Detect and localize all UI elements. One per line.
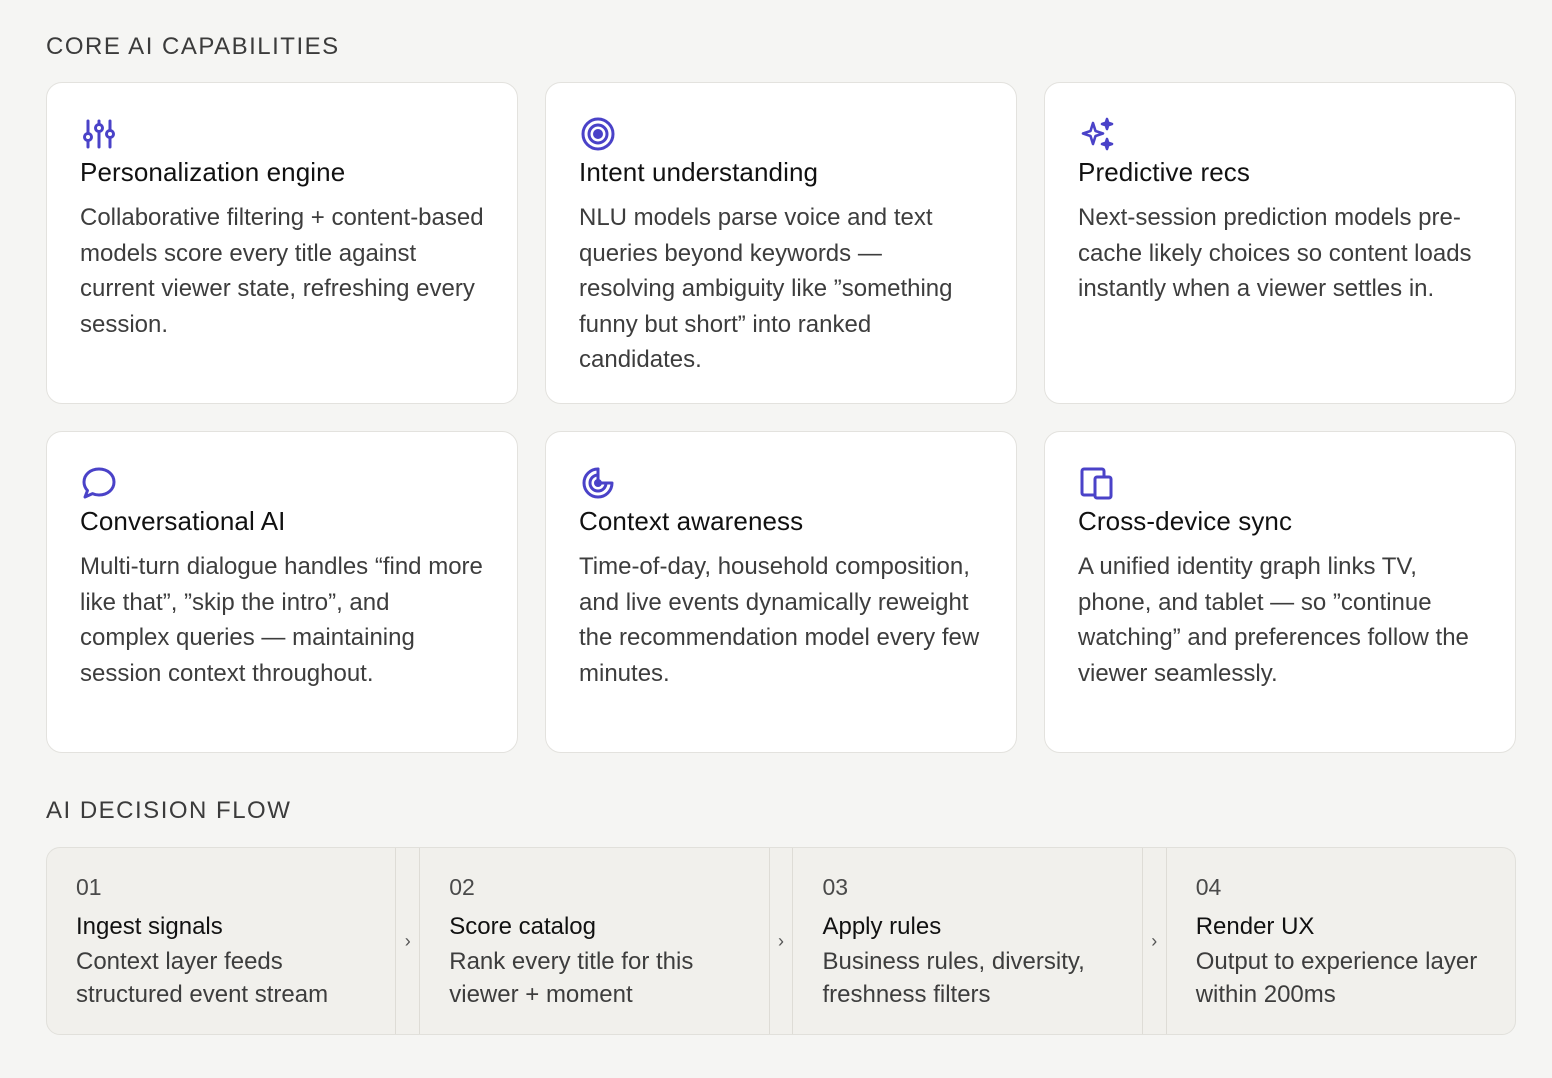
sliders-icon xyxy=(80,115,118,153)
card-title: Intent understanding xyxy=(579,157,819,187)
chevron-right-icon: › xyxy=(395,848,421,1034)
card-description: Next-session prediction models pre-cache… xyxy=(1078,204,1472,302)
card-title: Context awareness xyxy=(579,506,804,536)
step-description: Rank every title for this viewer + momen… xyxy=(449,948,694,1008)
step-number: 03 xyxy=(822,874,849,900)
card-title: Conversational AI xyxy=(80,506,286,536)
card-description: Collaborative filtering + content-based … xyxy=(80,204,484,338)
capabilities-grid: Personalization engine Collaborative fil… xyxy=(46,82,1516,753)
page: CORE AI CAPABILITIES Personalization eng… xyxy=(0,0,1552,1078)
step-description: Business rules, diversity, freshness fil… xyxy=(822,948,1085,1008)
capability-card-cross-device: Cross-device sync A unified identity gra… xyxy=(1044,431,1516,753)
flow-step-rules: 03 Apply rules Business rules, diversity… xyxy=(793,848,1141,1034)
step-number: 02 xyxy=(449,874,475,900)
flow-step-ingest: 01 Ingest signals Context layer feeds st… xyxy=(47,848,395,1034)
card-description: Multi-turn dialogue handles “find more l… xyxy=(80,553,483,687)
capability-card-predictive: Predictive recs Next-session prediction … xyxy=(1044,82,1516,404)
card-description: Time-of-day, household composition, and … xyxy=(579,553,980,687)
decision-flow: 01 Ingest signals Context layer feeds st… xyxy=(46,847,1516,1035)
card-description: NLU models parse voice and text queries … xyxy=(579,204,953,373)
sparkles-icon xyxy=(1078,115,1116,153)
flow-heading: AI DECISION FLOW xyxy=(46,797,292,824)
capabilities-heading: CORE AI CAPABILITIES xyxy=(46,33,340,60)
target-icon xyxy=(579,115,617,153)
chevron-right-icon: › xyxy=(1141,848,1167,1034)
card-title: Personalization engine xyxy=(80,157,346,187)
capability-card-conversational: Conversational AI Multi-turn dialogue ha… xyxy=(46,431,518,753)
capability-card-context: Context awareness Time-of-day, household… xyxy=(545,431,1017,753)
capability-card-personalization: Personalization engine Collaborative fil… xyxy=(46,82,518,404)
radar-icon xyxy=(579,464,617,502)
card-description: A unified identity graph links TV, phone… xyxy=(1078,553,1469,687)
flow-step-score: 02 Score catalog Rank every title for th… xyxy=(420,848,768,1034)
chat-bubble-icon xyxy=(80,464,118,502)
chevron-right-icon: › xyxy=(768,848,794,1034)
step-description: Context layer feeds structured event str… xyxy=(76,948,329,1008)
devices-icon xyxy=(1078,464,1116,502)
step-title: Score catalog xyxy=(449,913,596,940)
step-description: Output to experience layer within 200ms xyxy=(1195,948,1478,1008)
step-title: Render UX xyxy=(1195,913,1315,940)
step-number: 04 xyxy=(1195,874,1222,900)
flow-step-render: 04 Render UX Output to experience layer … xyxy=(1167,848,1515,1034)
card-title: Cross-device sync xyxy=(1078,506,1293,536)
step-number: 01 xyxy=(76,874,102,900)
card-title: Predictive recs xyxy=(1078,157,1250,187)
step-title: Apply rules xyxy=(822,913,942,940)
step-title: Ingest signals xyxy=(76,913,223,940)
capability-card-intent: Intent understanding NLU models parse vo… xyxy=(545,82,1017,404)
